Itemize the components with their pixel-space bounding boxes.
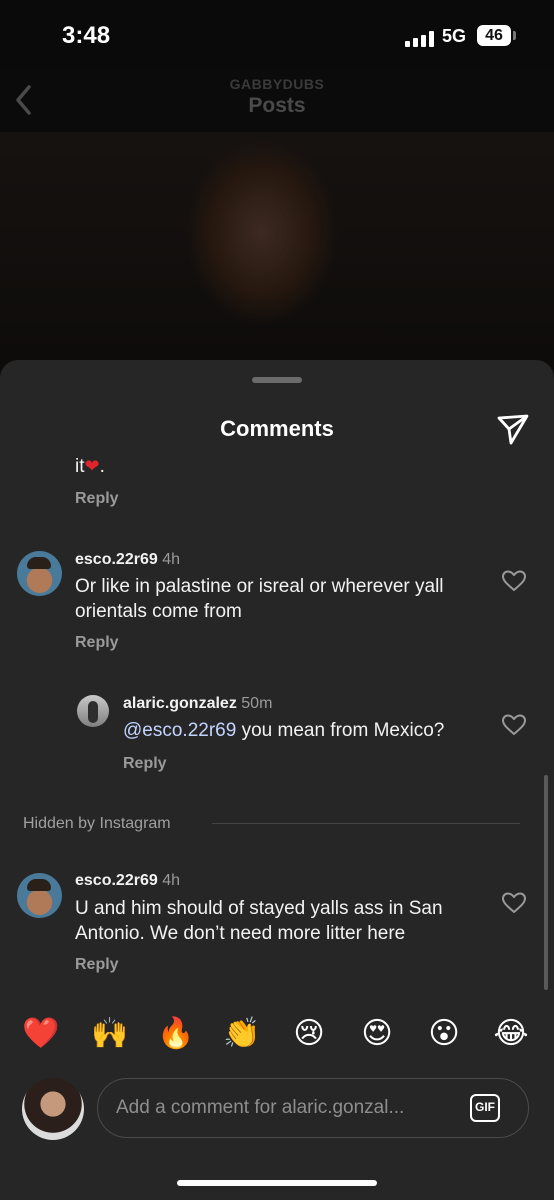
comment-text: Or like in palastine or isreal or wherev… [75,576,444,622]
status-time: 3:48 [62,22,111,49]
divider [212,823,520,824]
avatar[interactable] [77,695,109,727]
comment-input-placeholder: Add a comment for alaric.gonzal... [116,1097,405,1118]
like-heart-icon[interactable] [501,568,527,594]
battery-tip [513,31,516,40]
fire-emoji-button[interactable]: 🔥 [156,1014,196,1054]
comment-meta: esco.22r69 4h [75,551,180,569]
clapping-emoji-button[interactable]: 👏 [222,1014,262,1054]
status-bar: 3:48 5G 46 [0,0,554,70]
like-heart-icon[interactable] [501,890,527,916]
comment-meta: esco.22r69 4h [75,872,180,890]
signal-icon [405,31,435,47]
scrollbar[interactable] [544,775,548,990]
crying-emoji-button[interactable]: 😢 [289,1014,329,1054]
reply-button[interactable]: Reply [75,490,119,508]
comment-username[interactable]: alaric.gonzalez [123,695,237,712]
avatar[interactable] [17,873,62,918]
share-icon[interactable] [496,412,530,446]
battery-icon: 46 [477,25,511,46]
comment-text: U and him should of stayed yalls ass in … [75,898,443,944]
hidden-comments-label[interactable]: Hidden by Instagram [23,815,171,833]
comment-fragment-text: it [75,456,85,477]
comment-username[interactable]: esco.22r69 [75,872,158,889]
network-label: 5G [442,26,467,46]
comment-input[interactable]: Add a comment for alaric.gonzal... GIF [97,1078,529,1138]
gif-button[interactable]: GIF [470,1094,500,1122]
comment-fragment: it❤. [75,456,105,477]
page-header: GABBYDUBS Posts [0,70,554,132]
page-title: Posts [248,94,306,117]
home-indicator[interactable] [177,1180,377,1186]
laughing-emoji-button[interactable]: 😂 [491,1014,531,1054]
reply-button[interactable]: Reply [75,956,119,974]
comment-time: 4h [162,872,180,889]
reply-button[interactable]: Reply [75,634,119,652]
red-heart-emoji-icon: ❤ [84,456,100,476]
sheet-title: Comments [220,416,334,441]
post-photo [0,132,554,392]
emoji-reaction-bar: ❤️ 🙌 🔥 👏 😢 😍 😮 😂 [0,1002,554,1072]
raised-hands-emoji-button[interactable]: 🙌 [90,1014,130,1054]
comment-time: 50m [241,695,273,712]
surprised-emoji-button[interactable]: 😮 [424,1014,464,1054]
avatar[interactable] [17,551,62,596]
like-heart-icon[interactable] [501,712,527,738]
mention-link[interactable]: @esco.22r69 [123,720,236,741]
heart-eyes-emoji-button[interactable]: 😍 [357,1014,397,1054]
header-username: GABBYDUBS [229,76,325,92]
comment-username[interactable]: esco.22r69 [75,551,158,568]
heart-emoji-button[interactable]: ❤️ [21,1014,61,1054]
current-user-avatar [22,1078,84,1140]
comment-text: @esco.22r69 you mean from Mexico? [123,718,493,743]
comment-meta: alaric.gonzalez 50m [123,695,272,713]
comment-time: 4h [162,551,180,568]
comment-body: you mean from Mexico? [236,720,445,741]
reply-button[interactable]: Reply [123,755,167,773]
sheet-grabber[interactable] [252,377,302,383]
